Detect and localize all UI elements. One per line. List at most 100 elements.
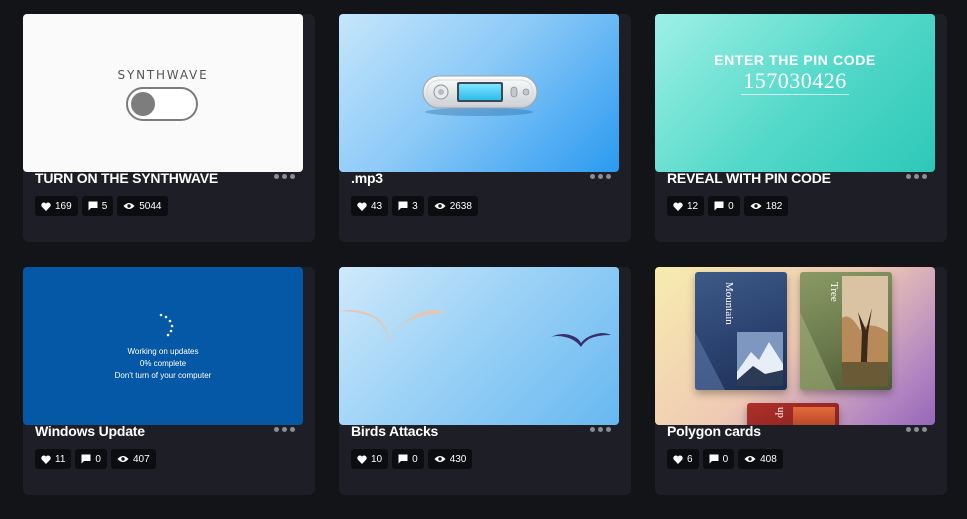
- eye-icon: [123, 203, 135, 209]
- heart-icon: [357, 202, 367, 211]
- comment-count: 5: [101, 200, 108, 212]
- pen-stats: 10 0 430: [351, 449, 473, 469]
- like-button[interactable]: 10: [351, 449, 389, 469]
- comment-count: 0: [412, 453, 418, 465]
- pin-underline: [741, 94, 849, 95]
- thumb-pin-code: 157030426: [743, 68, 847, 93]
- more-options-icon[interactable]: [906, 174, 927, 179]
- like-count: 6: [687, 453, 693, 465]
- comment-icon: [88, 201, 98, 211]
- polygon-card-mountain: Mountain: [695, 272, 787, 390]
- comment-button[interactable]: 5: [81, 196, 114, 216]
- pen-stats: 169 5 5044: [35, 196, 168, 216]
- thumb-text: SYNTHWAVE: [117, 68, 209, 82]
- comment-button[interactable]: 3: [392, 196, 424, 216]
- view-count: 430: [449, 453, 467, 465]
- pen-stats: 11 0 407: [35, 449, 156, 469]
- pen-card: SYNTHWAVE TURN ON THE SYNTHWAVE 169 5 50…: [23, 14, 315, 242]
- like-button[interactable]: 169: [35, 196, 78, 216]
- pen-title[interactable]: Polygon cards: [667, 423, 761, 439]
- eye-icon: [434, 456, 446, 462]
- view-count: 408: [760, 453, 777, 465]
- pen-preview[interactable]: Mountain Tree up: [655, 267, 935, 425]
- comment-icon: [398, 454, 408, 464]
- more-options-icon[interactable]: [274, 174, 295, 179]
- toggle-switch: [126, 87, 198, 121]
- like-button[interactable]: 6: [667, 449, 699, 469]
- view-count: 5044: [139, 200, 162, 212]
- heart-icon: [41, 202, 51, 211]
- comment-button[interactable]: 0: [75, 449, 107, 469]
- like-count: 43: [371, 200, 383, 212]
- like-button[interactable]: 43: [351, 196, 389, 216]
- more-options-icon[interactable]: [590, 427, 611, 432]
- loading-spinner-icon: [159, 313, 174, 337]
- birds-illustration: [339, 310, 611, 347]
- update-message: Working on updates 0% complete Don't tur…: [23, 346, 303, 382]
- like-count: 12: [687, 200, 699, 212]
- pen-stats: 12 0 182: [667, 196, 789, 216]
- pen-preview[interactable]: [339, 267, 619, 425]
- pen-stats: 6 0 408: [667, 449, 783, 469]
- pen-preview[interactable]: ENTER THE PIN CODE 157030426: [655, 14, 935, 172]
- pen-title[interactable]: Birds Attacks: [351, 423, 438, 439]
- polygon-card-partial: up: [747, 403, 839, 425]
- more-options-icon[interactable]: [906, 427, 927, 432]
- heart-icon: [673, 455, 683, 464]
- like-button[interactable]: 11: [35, 449, 72, 469]
- pen-stats: 43 3 2638: [351, 196, 478, 216]
- more-options-icon[interactable]: [590, 174, 611, 179]
- pen-preview[interactable]: [339, 14, 619, 172]
- like-button[interactable]: 12: [667, 196, 705, 216]
- comment-icon: [81, 454, 91, 464]
- comment-count: 3: [412, 200, 418, 212]
- heart-icon: [673, 202, 683, 211]
- pen-card: Mountain Tree up Polygon cards 6 0 408: [655, 267, 947, 495]
- pen-title[interactable]: TURN ON THE SYNTHWAVE: [35, 170, 218, 186]
- pen-title[interactable]: Windows Update: [35, 423, 145, 439]
- heart-icon: [357, 455, 367, 464]
- view-count: 2638: [449, 200, 472, 212]
- eye-icon: [750, 203, 762, 209]
- polygon-card-label: Mountain: [723, 282, 735, 325]
- view-button[interactable]: 5044: [117, 196, 168, 216]
- comment-button[interactable]: 0: [708, 196, 740, 216]
- update-line: Don't turn of your computer: [114, 371, 212, 380]
- pen-card: ENTER THE PIN CODE 157030426 REVEAL WITH…: [655, 14, 947, 242]
- update-line: Working on updates: [127, 347, 199, 356]
- mp3-player-illustration: [422, 75, 538, 116]
- tree-photo: [800, 276, 888, 390]
- eye-icon: [744, 456, 756, 462]
- thumb-heading: ENTER THE PIN CODE: [714, 52, 876, 68]
- pen-preview[interactable]: Working on updates 0% complete Don't tur…: [23, 267, 303, 425]
- comment-icon: [709, 454, 719, 464]
- comment-icon: [398, 201, 408, 211]
- update-line: 0% complete: [139, 359, 187, 368]
- pen-card: Birds Attacks 10 0 430: [339, 267, 631, 495]
- polygon-card-tree: Tree: [800, 272, 892, 390]
- comment-button[interactable]: 0: [702, 449, 735, 469]
- pen-card: .mp3 43 3 2638: [339, 14, 631, 242]
- pen-title[interactable]: REVEAL WITH PIN CODE: [667, 170, 831, 186]
- view-button[interactable]: 182: [743, 196, 789, 216]
- view-button[interactable]: 407: [110, 449, 156, 469]
- eye-icon: [434, 203, 446, 209]
- comment-count: 0: [728, 200, 734, 212]
- pen-title[interactable]: .mp3: [351, 170, 383, 186]
- view-count: 407: [132, 453, 150, 465]
- pen-card: Working on updates 0% complete Don't tur…: [23, 267, 315, 495]
- eye-icon: [117, 456, 129, 462]
- view-button[interactable]: 2638: [427, 196, 478, 216]
- comment-count: 0: [95, 453, 101, 465]
- like-count: 10: [371, 453, 383, 465]
- view-button[interactable]: 408: [738, 449, 783, 469]
- view-button[interactable]: 430: [427, 449, 473, 469]
- more-options-icon[interactable]: [274, 427, 295, 432]
- pen-preview[interactable]: SYNTHWAVE: [23, 14, 303, 172]
- partial-photo: [793, 407, 835, 425]
- like-count: 11: [55, 453, 66, 465]
- comment-icon: [714, 201, 724, 211]
- comment-button[interactable]: 0: [392, 449, 424, 469]
- polygon-card-label: Tree: [828, 282, 840, 302]
- like-count: 169: [55, 200, 72, 212]
